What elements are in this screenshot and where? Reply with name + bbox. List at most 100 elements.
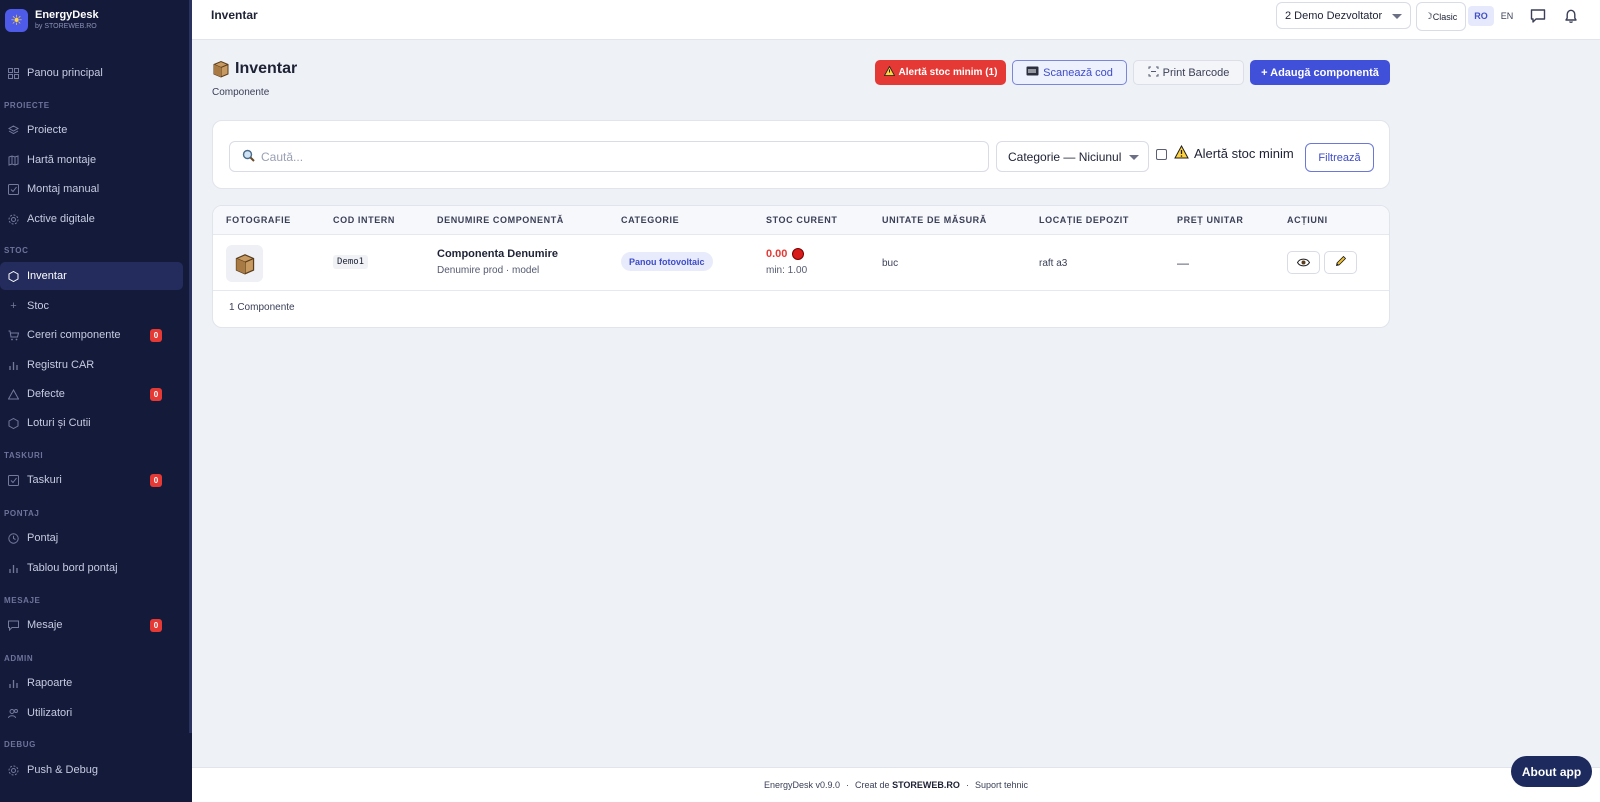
plus-icon: + (10, 300, 17, 312)
column-header[interactable]: DENUMIRE COMPONENTĂ (437, 215, 564, 225)
gear-icon (8, 765, 19, 776)
add-component-button[interactable]: + Adaugă componentă (1250, 60, 1390, 85)
unit-cell: buc (882, 258, 899, 269)
component-photo[interactable] (226, 245, 263, 282)
print-barcode-button[interactable]: Print Barcode (1133, 60, 1244, 85)
section-label-taskuri: TASKURI (4, 451, 44, 460)
min-stock-value: min: 1.00 (766, 265, 808, 276)
sidebar-item-label: Tablou bord pontaj (27, 562, 118, 574)
footer-support-link[interactable]: Suport tehnic (975, 780, 1028, 790)
brand-subtitle: by STOREWEB.RO (35, 23, 97, 30)
sidebar-item-label: Utilizatori (27, 707, 73, 719)
sidebar-item-utilizatori[interactable]: Utilizatori (0, 699, 183, 727)
lang-ro-button[interactable]: RO (1468, 6, 1494, 26)
column-header[interactable]: COD INTERN (333, 215, 395, 225)
edit-check-icon (8, 183, 19, 195)
bell-icon[interactable] (1560, 5, 1582, 27)
table-row[interactable]: Demo1 Componenta Denumire Denumire prod … (213, 235, 1389, 291)
count-badge: 0 (150, 328, 162, 342)
warning-icon (1174, 144, 1189, 162)
sidebar-item-montaj[interactable]: Montaj manual (0, 175, 183, 203)
sidebar-item-pontaj[interactable]: Pontaj (0, 524, 183, 552)
page-subtitle: Componente (212, 87, 270, 98)
footer-separator: · (965, 780, 969, 790)
edit-check-icon (8, 474, 19, 486)
chat-icon[interactable] (1527, 5, 1549, 27)
count-badge: 0 (150, 618, 162, 632)
brand[interactable]: ☀ EnergyDesk by STOREWEB.RO (0, 0, 192, 40)
team-select-value: 2 Demo Dezvoltator (1285, 9, 1383, 22)
theme-mode-button[interactable]: ☽ Clasic (1416, 2, 1466, 31)
current-stock-value: 0.00 (766, 248, 788, 260)
sidebar-item-loturi[interactable]: Loturi și Cutii (0, 409, 183, 437)
sidebar-item-label: Inventar (27, 270, 67, 282)
sidebar-item-dashboard[interactable]: Panou principal (0, 59, 183, 87)
sidebar-item-label: Panou principal (27, 67, 103, 79)
section-label-stoc: STOC (4, 246, 29, 255)
column-header[interactable]: FOTOGRAFIE (226, 215, 291, 225)
lang-en-button[interactable]: EN (1494, 6, 1520, 26)
sidebar: ☀ EnergyDesk by STOREWEB.RO Panou princi… (0, 0, 192, 802)
moon-icon: ☽ (1424, 11, 1433, 21)
sidebar-item-defecte[interactable]: Defecte 0 (0, 380, 183, 408)
sidebar-item-mesaje[interactable]: Mesaje 0 (0, 611, 183, 639)
footer-company-link[interactable]: STOREWEB.RO (892, 780, 960, 790)
sidebar-item-rapoarte[interactable]: Rapoarte (0, 669, 183, 697)
bar-chart-icon (8, 678, 19, 689)
sidebar-item-proiecte[interactable]: Proiecte (0, 116, 183, 144)
sidebar-item-active[interactable]: Active digitale (0, 205, 183, 233)
sidebar-item-harta[interactable]: Hartă montaje (0, 146, 183, 174)
edit-button[interactable] (1324, 251, 1357, 274)
price-cell: — (1177, 256, 1189, 270)
topbar: Inventar 2 Demo Dezvoltator ☽ Clasic RO … (192, 0, 1600, 40)
column-header[interactable]: STOC CURENT (766, 215, 837, 225)
sidebar-item-push[interactable]: Push & Debug (0, 756, 183, 784)
filter-panel: Caută... Categorie — Niciunul Alertă sto… (212, 120, 1390, 189)
chevron-down-icon (1392, 14, 1402, 19)
sun-logo-icon: ☀ (5, 8, 28, 32)
column-header[interactable]: CATEGORIE (621, 215, 679, 225)
search-placeholder: Caută... (261, 149, 304, 164)
min-stock-alert-button[interactable]: Alertă stoc minim (1) (875, 60, 1006, 85)
sidebar-item-stoc[interactable]: + Stoc (0, 292, 183, 320)
footer-separator: · (846, 780, 850, 790)
min-stock-checkbox[interactable] (1156, 149, 1167, 160)
view-button[interactable] (1287, 251, 1320, 274)
sidebar-item-cereri[interactable]: Cereri componente 0 (0, 321, 183, 349)
sidebar-item-label: Active digitale (27, 213, 95, 225)
category-select[interactable]: Categorie — Niciunul (996, 141, 1149, 172)
page-title: Inventar (212, 60, 297, 78)
section-label-mesaje: MESAJE (4, 596, 41, 605)
column-header[interactable]: UNITATE DE MĂSURĂ (882, 215, 987, 225)
table-footer-count: 1 Componente (229, 302, 295, 313)
hexagon-icon (8, 417, 19, 429)
column-header[interactable]: PREȚ UNITAR (1177, 215, 1243, 225)
category-badge: Panou fotovoltaic (621, 252, 713, 271)
section-label-pontaj: PONTAJ (4, 509, 40, 518)
sidebar-item-tablou[interactable]: Tablou bord pontaj (0, 554, 183, 582)
column-header[interactable]: LOCAȚIE DEPOZIT (1039, 215, 1129, 225)
chevron-down-icon (1129, 155, 1139, 160)
theme-mode-label: Clasic (1432, 11, 1458, 22)
sidebar-item-registru[interactable]: Registru CAR (0, 351, 183, 379)
barcode-icon (1148, 66, 1159, 80)
team-select[interactable]: 2 Demo Dezvoltator (1276, 2, 1411, 29)
filter-button[interactable]: Filtrează (1305, 143, 1374, 172)
search-input[interactable]: Caută... (229, 141, 989, 172)
sidebar-item-label: Cereri componente (27, 329, 121, 341)
min-stock-alert-label: Alertă stoc minim (1) (898, 67, 998, 78)
about-app-button[interactable]: About app (1511, 756, 1592, 787)
grid-icon (8, 67, 19, 79)
sidebar-scrollbar[interactable] (189, 0, 192, 733)
current-stock: 0.00 (766, 248, 805, 260)
sidebar-item-taskuri[interactable]: Taskuri 0 (0, 466, 183, 494)
sidebar-item-label: Hartă montaje (27, 154, 97, 166)
sidebar-item-label: Push & Debug (27, 764, 98, 776)
scan-code-button[interactable]: Scanează cod (1012, 60, 1127, 85)
red-circle-icon (792, 248, 805, 260)
scan-code-label: Scanează cod (1043, 66, 1113, 79)
box-icon (235, 253, 254, 274)
footer-created: Creat de STOREWEB.RO (855, 780, 960, 790)
count-badge: 0 (150, 473, 162, 487)
sidebar-item-inventar[interactable]: Inventar (0, 262, 183, 290)
